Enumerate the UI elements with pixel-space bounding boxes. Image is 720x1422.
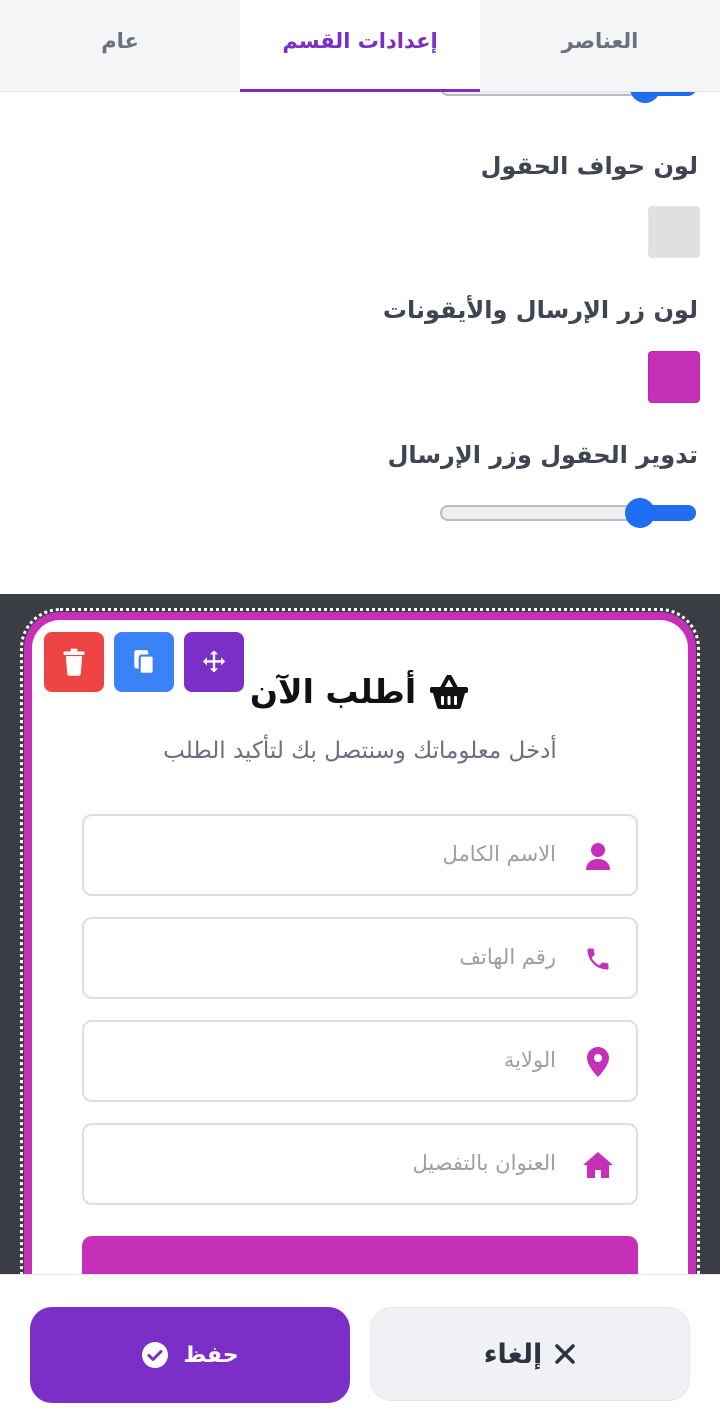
- confirm-order-button[interactable]: [82, 1236, 638, 1274]
- phone-field[interactable]: [82, 917, 638, 999]
- full-name-input[interactable]: [116, 834, 556, 874]
- user-icon: [582, 840, 614, 872]
- rounding-label: تدوير الحقول وزر الإرسال: [387, 441, 698, 469]
- check-circle-icon: [142, 1342, 169, 1368]
- submit-icon-color-swatch[interactable]: [648, 351, 700, 403]
- tab-section-settings[interactable]: إعدادات القسم: [240, 0, 480, 93]
- tab-elements[interactable]: العناصر: [480, 0, 720, 92]
- address-field[interactable]: [82, 1123, 638, 1205]
- footer-bar: إلغاء حفظ: [0, 1274, 720, 1422]
- top-slider-knob[interactable]: [630, 92, 660, 103]
- address-input[interactable]: [116, 1143, 556, 1183]
- top-slider[interactable]: [440, 92, 696, 103]
- field-border-color-label: لون حواف الحقول: [480, 152, 698, 180]
- basket-icon: [430, 674, 469, 709]
- settings-panel: لون حواف الحقول لون زر الإرسال والأيقونا…: [0, 92, 720, 594]
- tab-bar: العناصر إعدادات القسم عام: [0, 0, 720, 93]
- rounding-slider[interactable]: [440, 498, 696, 528]
- form-title: أطلب الآن: [0, 672, 720, 711]
- location-pin-icon: [582, 1046, 614, 1078]
- form-preview-area: أطلب الآن أدخل معلوماتك وسنتصل بك لتأكيد…: [0, 594, 720, 1274]
- cancel-button-label: إلغاء: [483, 1338, 543, 1370]
- close-icon: [555, 1344, 576, 1364]
- form-subtitle: أدخل معلوماتك وسنتصل بك لتأكيد الطلب: [163, 738, 557, 764]
- submit-icon-color-label: لون زر الإرسال والأيقونات: [382, 296, 698, 324]
- field-border-color-swatch[interactable]: [648, 206, 700, 258]
- tab-general[interactable]: عام: [0, 0, 240, 92]
- state-input[interactable]: [116, 1040, 556, 1080]
- home-icon: [582, 1149, 614, 1181]
- save-button-label: حفظ: [183, 1342, 239, 1368]
- rounding-slider-knob[interactable]: [625, 498, 655, 528]
- state-field[interactable]: [82, 1020, 638, 1102]
- phone-input[interactable]: [116, 937, 556, 977]
- phone-icon: [582, 943, 614, 975]
- form-title-text: أطلب الآن: [249, 672, 417, 711]
- cancel-button[interactable]: إلغاء: [370, 1307, 690, 1401]
- full-name-field[interactable]: [82, 814, 638, 896]
- save-button[interactable]: حفظ: [30, 1307, 350, 1403]
